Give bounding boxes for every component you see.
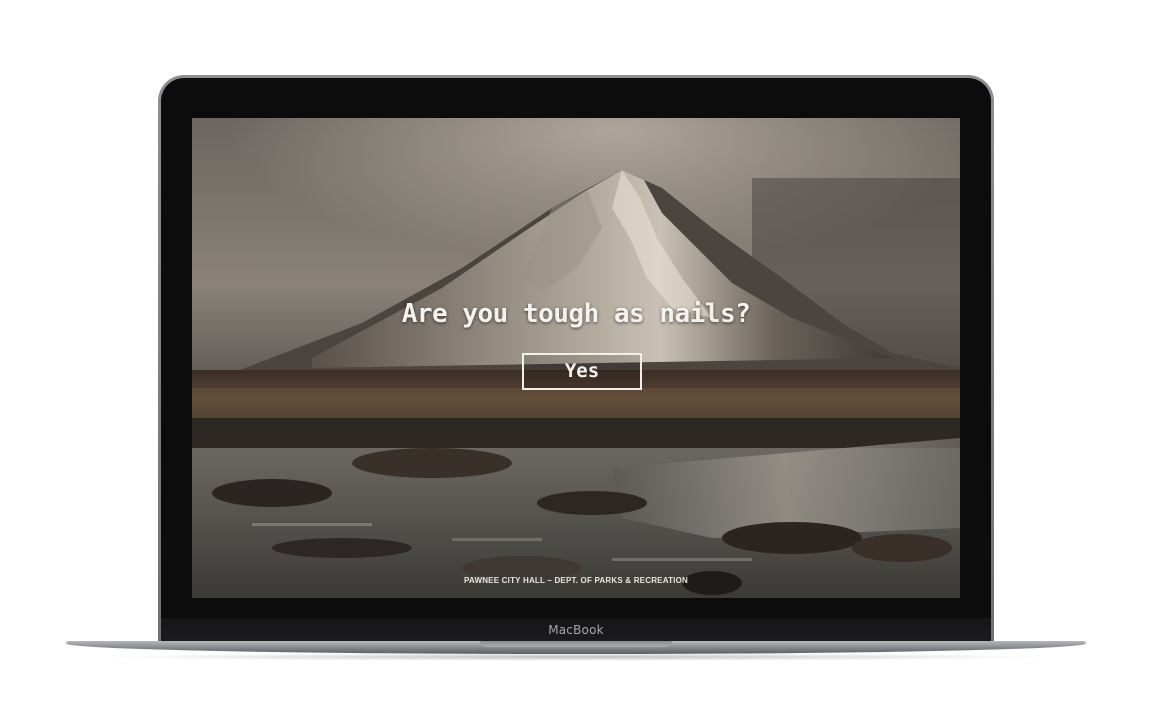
- website-screen: Are you tough as nails? Yes PAWNEE CITY …: [192, 118, 960, 598]
- lid-notch: [480, 641, 672, 647]
- footer-credit: PAWNEE CITY HALL – DEPT. OF PARKS & RECR…: [463, 576, 689, 585]
- device-brand-label: MacBook: [548, 623, 604, 637]
- base-shadow: [96, 653, 1056, 661]
- page-headline: Are you tough as nails?: [401, 299, 751, 329]
- yes-button[interactable]: Yes: [522, 353, 642, 390]
- laptop-mockup: MacBook Are you tough as nails? Yes PAWN…: [0, 0, 1152, 718]
